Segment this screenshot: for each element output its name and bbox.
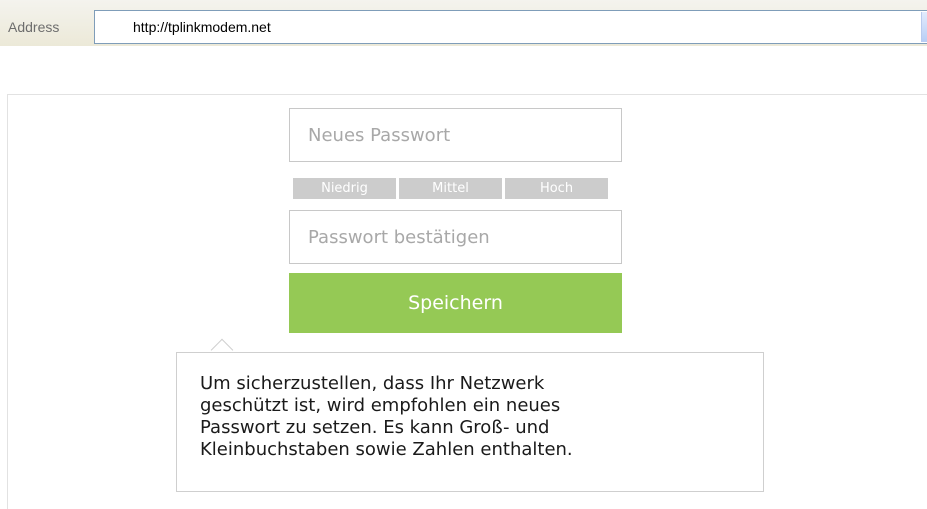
address-label: Address (8, 19, 60, 35)
new-password-field[interactable]: Neues Passwort (289, 108, 622, 162)
strength-high: Hoch (505, 178, 608, 199)
new-password-placeholder: Neues Passwort (308, 125, 451, 146)
browser-address-bar: Address http://tplinkmodem.net ∨ (0, 0, 927, 46)
password-hint-tooltip: Um sicherzustellen, dass Ihr Netzwerk ge… (176, 352, 764, 492)
tooltip-line: Um sicherzustellen, dass Ihr Netzwerk (200, 373, 545, 394)
tooltip-text: Um sicherzustellen, dass Ihr Netzwerk ge… (200, 373, 720, 461)
strength-low: Niedrig (293, 178, 396, 199)
tooltip-line: Kleinbuchstaben sowie Zahlen enthalten. (200, 439, 573, 460)
address-dropdown-button[interactable]: ∨ (921, 12, 927, 42)
save-button[interactable]: Speichern (289, 273, 622, 333)
tooltip-line: Passwort zu setzen. Es kann Groß- und (200, 417, 550, 438)
confirm-password-placeholder: Passwort bestätigen (308, 227, 490, 248)
address-url[interactable]: http://tplinkmodem.net (133, 19, 271, 35)
password-strength-meter: Niedrig Mittel Hoch (293, 178, 608, 199)
strength-medium: Mittel (399, 178, 502, 199)
address-input[interactable]: http://tplinkmodem.net ∨ (94, 10, 927, 44)
confirm-password-field[interactable]: Passwort bestätigen (289, 210, 622, 264)
tooltip-line: geschützt ist, wird empfohlen ein neues (200, 395, 561, 416)
